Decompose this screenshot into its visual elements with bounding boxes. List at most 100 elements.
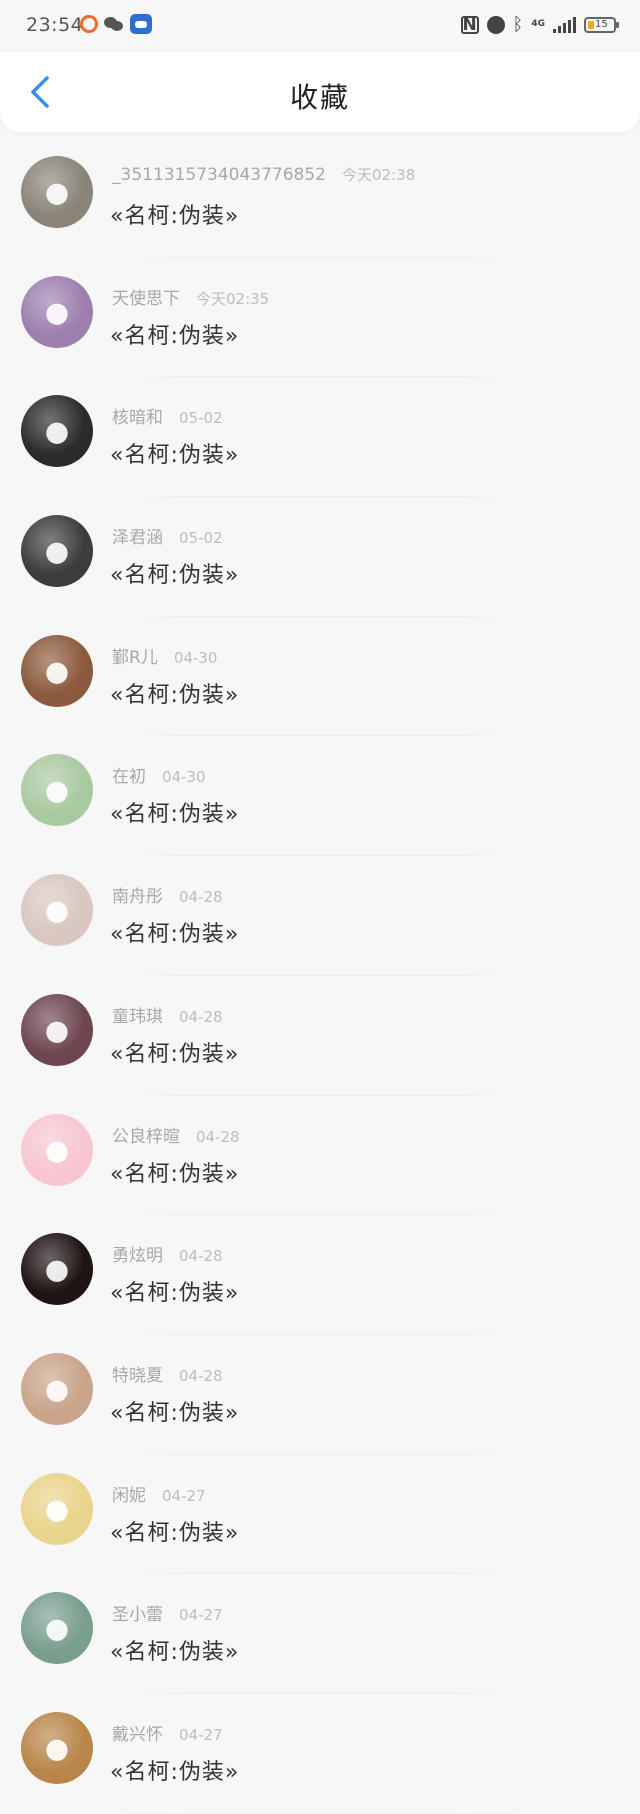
item-meta: 在初 04-30: [112, 762, 206, 787]
list-item[interactable]: ● 核暗和 05-02 «名柯:伪装»: [0, 377, 640, 498]
item-content: «名柯:伪装»: [110, 922, 240, 948]
item-meta: 圣小蕾 04-27: [112, 1600, 223, 1625]
flower-avatar-icon: ●: [44, 1252, 70, 1286]
item-meta: 特晓夏 04-28: [112, 1361, 223, 1386]
list-item[interactable]: ● 泽君涵 05-02 «名柯:伪装»: [0, 497, 640, 617]
divider: [110, 1812, 530, 1814]
item-meta: 鄞R儿 04-30: [112, 643, 217, 668]
avatar[interactable]: ●: [21, 395, 93, 468]
user-name: 勇炫明: [112, 1246, 163, 1267]
battery-icon: 15: [584, 16, 619, 33]
list-item[interactable]: ● 鄞R儿 04-30 «名柯:伪装»: [0, 617, 640, 737]
user-name: 南舟彤: [112, 887, 163, 908]
item-time: 04-28: [179, 1366, 223, 1385]
user-name: _3511315734043776852: [112, 165, 327, 185]
avatar[interactable]: ●: [21, 1113, 93, 1186]
user-name: 圣小蕾: [112, 1605, 163, 1626]
item-content: «名柯:伪装»: [110, 1520, 240, 1546]
item-meta: 南舟彤 04-28: [112, 882, 223, 907]
avatar[interactable]: ●: [21, 1592, 93, 1665]
avatar[interactable]: ●: [21, 1233, 93, 1306]
item-content: «名柯:伪装»: [110, 1759, 240, 1785]
user-name: 在初: [112, 767, 146, 788]
status-bar: 23:54 N ᛒ 4G 15: [0, 0, 640, 52]
list-item[interactable]: ● 圣小蕾 04-27 «名柯:伪装»: [0, 1574, 640, 1694]
bear-avatar-icon: ●: [44, 654, 70, 688]
item-content: «名柯:伪装»: [110, 443, 240, 469]
item-time: 04-27: [162, 1486, 206, 1505]
pinwheel-avatar-icon: ●: [44, 773, 70, 807]
network-type: 4G: [531, 19, 545, 29]
item-meta: _3511315734043776852 今天02:38: [112, 164, 415, 185]
item-content: «名柯:伪装»: [110, 1400, 240, 1426]
list-item[interactable]: ● _3511315734043776852 今天02:38 «名柯:伪装»: [0, 138, 640, 258]
battery-level: 15: [595, 18, 608, 30]
avatar[interactable]: ●: [21, 993, 93, 1066]
alarm-icon: [486, 15, 505, 34]
list-item[interactable]: ● 闲妮 04-27 «名柯:伪装»: [0, 1455, 640, 1575]
list-item[interactable]: ● 童玮琪 04-28 «名柯:伪装»: [0, 976, 640, 1096]
user-name: 天使思下: [112, 288, 180, 309]
item-time: 今天02:38: [342, 166, 416, 184]
item-time: 04-28: [179, 1007, 223, 1026]
avatar[interactable]: ●: [21, 156, 93, 228]
user-name: 童玮琪: [112, 1006, 163, 1027]
user-name: 特晓夏: [112, 1365, 163, 1386]
kitten-avatar-icon: ●: [44, 893, 70, 927]
avatar[interactable]: ●: [21, 1711, 93, 1784]
nav-bar: 收藏: [0, 52, 640, 132]
girl-light-avatar-icon: ●: [44, 1492, 70, 1526]
avatar[interactable]: ●: [21, 1472, 93, 1545]
pig-avatar-icon: ●: [44, 1133, 70, 1166]
item-time: 04-30: [162, 768, 206, 787]
item-content: «名柯:伪装»: [110, 204, 240, 229]
item-content: «名柯:伪装»: [110, 682, 240, 708]
item-content: «名柯:伪装»: [110, 563, 240, 589]
item-time: 05-02: [179, 409, 223, 428]
item-meta: 勇炫明 04-28: [112, 1241, 223, 1266]
anime-boy-avatar-icon: ●: [44, 1013, 70, 1047]
item-time: 今天02:35: [196, 289, 270, 308]
item-content: «名柯:伪装»: [110, 1041, 240, 1067]
avatar[interactable]: ●: [21, 275, 93, 348]
item-content: «名柯:伪装»: [110, 323, 240, 349]
ring-icon: [80, 15, 98, 33]
item-meta: 戴兴怀 04-27: [112, 1720, 223, 1745]
item-meta: 童玮琪 04-28: [112, 1002, 223, 1027]
gamepad-icon: [130, 14, 152, 34]
user-name: 闲妮: [112, 1485, 146, 1506]
avatar[interactable]: ●: [21, 754, 93, 827]
item-time: 05-02: [179, 529, 223, 548]
avatar[interactable]: ●: [21, 634, 93, 707]
list-item[interactable]: ● 在初 04-30 «名柯:伪装»: [0, 736, 640, 857]
page-title: 收藏: [289, 81, 350, 114]
item-time: 04-27: [179, 1725, 223, 1744]
list-item[interactable]: ● 勇炫明 04-28 «名柯:伪装»: [0, 1215, 640, 1335]
item-meta: 核暗和 05-02: [112, 403, 223, 428]
anime-blond-avatar-icon: ●: [44, 1731, 70, 1765]
user-name: 鄞R儿: [112, 647, 158, 668]
item-meta: 泽君涵 05-02: [112, 523, 223, 548]
avatar[interactable]: ●: [21, 515, 93, 588]
list-item[interactable]: ● 南舟彤 04-28 «名柯:伪装»: [0, 856, 640, 976]
girl-bw-avatar-icon: ●: [44, 414, 70, 448]
item-meta: 公良梓暄 04-28: [112, 1122, 240, 1147]
item-time: 04-28: [179, 1247, 223, 1266]
list-item[interactable]: ● 天使思下 今天02:35 «名柯:伪装»: [0, 258, 640, 378]
item-content: «名柯:伪装»: [110, 1640, 240, 1666]
list-item[interactable]: ● 特晓夏 04-28 «名柯:伪装»: [0, 1335, 640, 1455]
user-name: 泽君涵: [112, 528, 163, 549]
anime-girl-avatar-icon: ●: [44, 1611, 70, 1645]
item-time: 04-30: [173, 648, 218, 667]
anime-bw-avatar-icon: ●: [44, 534, 70, 568]
avatar[interactable]: ●: [21, 874, 93, 947]
avatar[interactable]: ●: [21, 1352, 93, 1425]
list-item[interactable]: ● 公良梓暄 04-28 «名柯:伪装»: [0, 1096, 640, 1216]
status-right-icons: N ᛒ 4G 15: [460, 14, 619, 35]
item-time: 04-28: [196, 1127, 240, 1146]
item-meta: 天使思下 今天02:35: [112, 284, 269, 309]
user-name: 核暗和: [112, 408, 163, 429]
list-item[interactable]: ● 戴兴怀 04-27 «名柯:伪装»: [0, 1694, 640, 1814]
cat-avatar-icon: ●: [44, 175, 70, 209]
angel-avatar-icon: ●: [44, 295, 70, 329]
